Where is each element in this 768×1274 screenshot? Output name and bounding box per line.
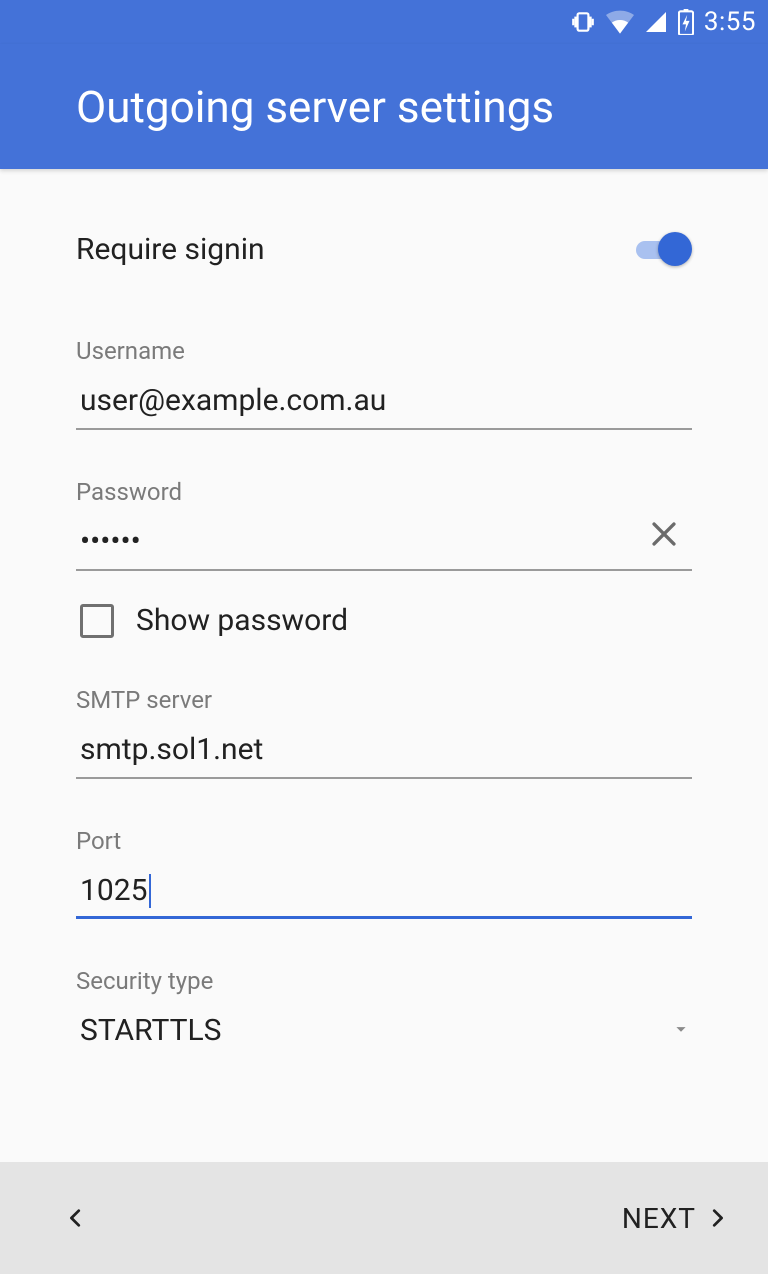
battery-charging-icon — [678, 9, 694, 35]
back-button[interactable] — [56, 1198, 96, 1238]
smtp-label: SMTP server — [76, 686, 692, 714]
username-label: Username — [76, 337, 692, 365]
wifi-icon — [606, 10, 634, 34]
security-type-value: STARTTLS — [76, 1013, 221, 1048]
content: Require signin Username Password Show pa… — [0, 169, 768, 1162]
text-cursor — [149, 874, 151, 908]
password-input[interactable] — [76, 524, 692, 571]
smtp-input[interactable] — [76, 732, 692, 779]
password-field: Password Show password — [76, 478, 692, 638]
next-button[interactable]: NEXT — [622, 1202, 728, 1235]
page-title: Outgoing server settings — [76, 81, 554, 133]
port-input[interactable]: 1025 — [76, 873, 692, 919]
show-password-label: Show password — [136, 603, 348, 638]
port-label: Port — [76, 827, 692, 855]
app-bar: Outgoing server settings — [0, 44, 768, 169]
chevron-right-icon — [706, 1203, 728, 1233]
show-password-row[interactable]: Show password — [76, 603, 692, 638]
username-input[interactable] — [76, 383, 692, 430]
username-field: Username — [76, 337, 692, 430]
security-type-field: Security type STARTTLS — [76, 967, 692, 1048]
security-type-label: Security type — [76, 967, 692, 995]
password-label: Password — [76, 478, 692, 506]
require-signin-switch[interactable] — [632, 229, 692, 269]
require-signin-label: Require signin — [76, 232, 265, 267]
status-bar: 3:55 — [0, 0, 768, 44]
require-signin-row[interactable]: Require signin — [76, 209, 692, 289]
security-type-select[interactable]: STARTTLS — [76, 1013, 692, 1048]
vibrate-icon — [570, 9, 596, 35]
bottom-bar: NEXT — [0, 1162, 768, 1274]
port-field: Port 1025 — [76, 827, 692, 919]
cell-signal-icon — [644, 10, 668, 34]
next-label: NEXT — [622, 1202, 696, 1235]
clear-password-icon[interactable] — [644, 514, 684, 554]
chevron-down-icon — [670, 1018, 692, 1044]
show-password-checkbox[interactable] — [80, 604, 114, 638]
smtp-field: SMTP server — [76, 686, 692, 779]
clock-text: 3:55 — [704, 7, 756, 37]
